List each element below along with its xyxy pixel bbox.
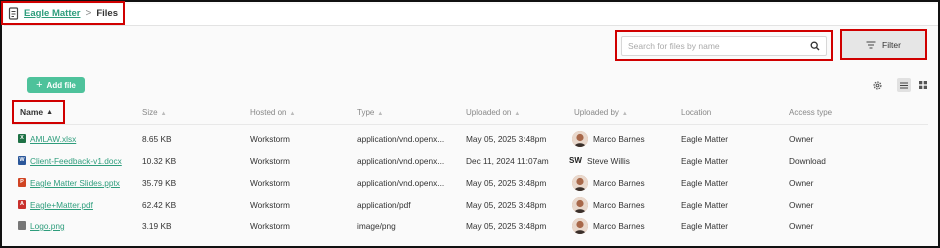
list-view-icon [900,82,908,88]
gear-icon[interactable] [872,80,883,91]
uploaded-on: May 05, 2025 3:48pm [466,221,547,231]
file-type: application/pdf [357,200,411,210]
avatar [572,131,588,147]
uploaded-by: Marco Barnes [593,134,645,144]
location: Eagle Matter [681,200,729,210]
table-row[interactable]: W Client-Feedback-v1.docx 10.32 KB Workstor… [0,150,940,172]
search-field [621,36,827,56]
document-icon [8,6,19,20]
breadcrumb-current: Files [96,7,118,19]
column-header-type[interactable]: Type ▲ [357,108,383,117]
uploaded-by: Marco Barnes [593,221,645,231]
filter-icon [866,41,876,48]
search-area [615,30,833,61]
image-file-icon [18,221,26,230]
uploaded-by: Marco Barnes [593,200,645,210]
add-file-label: Add file [46,80,76,90]
uploaded-on: May 05, 2025 3:48pm [466,134,547,144]
file-size: 8.65 KB [142,134,172,144]
excel-file-icon: X [18,134,26,143]
breadcrumb-separator: > [85,7,92,19]
hosted-on: Workstorm [250,134,290,144]
file-size: 3.19 KB [142,221,172,231]
powerpoint-file-icon: P [18,178,26,187]
breadcrumb: Eagle Matter > Files [1,1,125,25]
table-row[interactable]: X AMLAW.xlsx 8.65 KB Workstorm application/v… [0,128,940,150]
hosted-on: Workstorm [250,200,290,210]
uploaded-by: Marco Barnes [593,178,645,188]
search-input[interactable] [628,41,810,51]
access-type: Owner [789,221,814,231]
grid-view-icon[interactable] [918,80,928,90]
uploaded-by: Steve Willis [587,156,630,166]
table-header: Size ▲ Hosted on ▲ Type ▲ Uploaded on ▲ Uplo… [0,104,940,122]
uploaded-on: May 05, 2025 3:48pm [466,178,547,188]
uploaded-on: Dec 11, 2024 11:07am [466,156,549,166]
location: Eagle Matter [681,134,729,144]
file-name-link[interactable]: AMLAW.xlsx [30,134,76,144]
sort-asc-icon: ▲ [46,108,54,116]
column-header-location: Location [681,108,712,117]
hosted-on: Workstorm [250,178,290,188]
column-header-size[interactable]: Size ▲ [142,108,167,117]
header-divider [12,124,928,125]
location: Eagle Matter [681,156,729,166]
uploader-initials: SW [569,156,582,165]
file-size: 35.79 KB [142,178,177,188]
hosted-on: Workstorm [250,221,290,231]
avatar [572,175,588,191]
file-name-link[interactable]: Logo.png [30,221,65,231]
avatar [572,218,588,234]
column-header-uploaded-on[interactable]: Uploaded on ▲ [466,108,520,117]
file-name-link[interactable]: Eagle+Matter.pdf [30,200,93,210]
plus-icon: + [36,78,43,91]
file-size: 62.42 KB [142,200,177,210]
file-type: image/png [357,221,396,231]
file-type: application/vnd.openx... [357,156,445,166]
column-header-hosted-on[interactable]: Hosted on ▲ [250,108,295,117]
filter-label: Filter [882,39,901,50]
column-header-uploaded-by[interactable]: Uploaded by ▲ [574,108,628,117]
file-name-link[interactable]: Eagle Matter Slides.pptx [30,178,120,188]
top-bar [4,4,938,26]
add-file-button[interactable]: + Add file [27,77,85,93]
access-type: Owner [789,134,814,144]
filter-button[interactable]: Filter [840,29,927,60]
location: Eagle Matter [681,178,729,188]
location: Eagle Matter [681,221,729,231]
hosted-on: Workstorm [250,156,290,166]
table-row[interactable]: P Eagle Matter Slides.pptx 35.79 KB Worksto… [0,172,940,194]
file-type: application/vnd.openx... [357,178,445,188]
file-type: application/vnd.openx... [357,134,445,144]
column-header-access-type: Access type [789,108,833,117]
table-row[interactable]: A Eagle+Matter.pdf 62.42 KB Workstorm applic… [0,194,940,216]
avatar [572,197,588,213]
access-type: Download [789,156,826,166]
uploaded-on: May 05, 2025 3:48pm [466,200,547,210]
word-file-icon: W [18,156,26,165]
access-type: Owner [789,178,814,188]
name-header-label: Name [20,107,44,117]
file-name-link[interactable]: Client-Feedback-v1.docx [30,156,122,166]
file-size: 10.32 KB [142,156,177,166]
pdf-file-icon: A [18,200,26,209]
table-row[interactable]: Logo.png 3.19 KB Workstorm image/png May 05,… [0,215,940,237]
search-icon[interactable] [810,41,820,51]
access-type: Owner [789,200,814,210]
list-view-toggle[interactable] [897,78,911,92]
breadcrumb-parent-link[interactable]: Eagle Matter [24,8,81,19]
column-header-name[interactable]: Name ▲ [12,100,65,124]
